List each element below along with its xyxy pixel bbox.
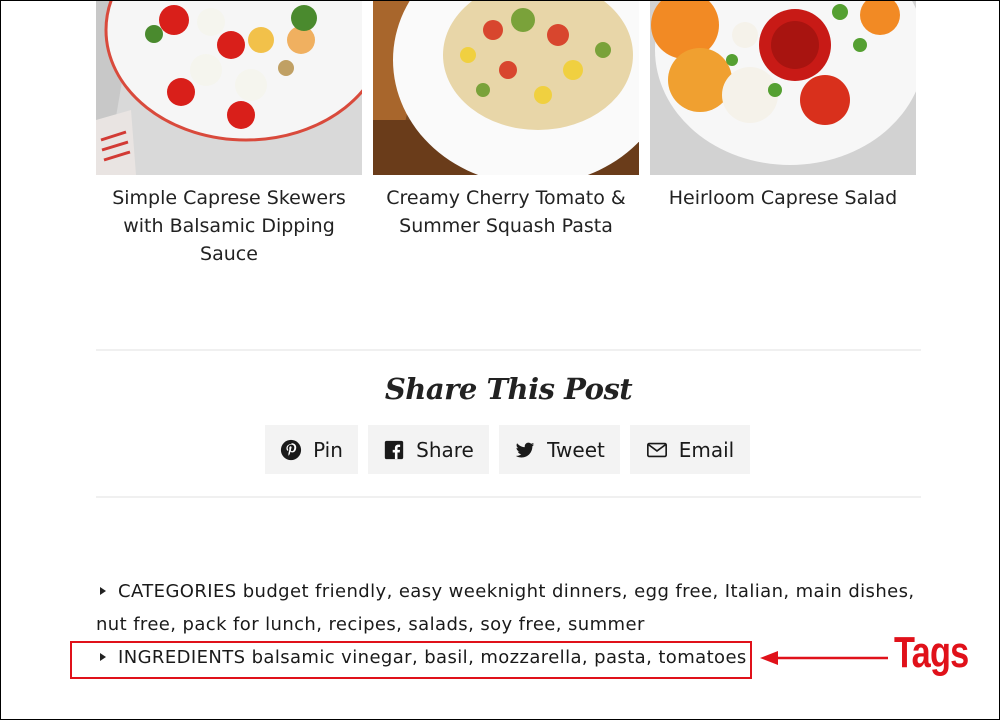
category-link[interactable]: main dishes (796, 581, 909, 602)
related-recipe-title[interactable]: Creamy Cherry Tomato & Summer Squash Pas… (373, 184, 639, 240)
email-label: Email (678, 437, 735, 462)
related-recipe-title[interactable]: Simple Caprese Skewers with Balsamic Dip… (96, 184, 362, 268)
twitter-icon (514, 439, 536, 461)
pin-label: Pin (313, 437, 343, 462)
ingredient-link[interactable]: pasta (594, 647, 646, 668)
tweet-button[interactable]: Tweet (499, 425, 620, 474)
categories-line: CATEGORIES budget friendly, easy weeknig… (96, 581, 915, 635)
category-link[interactable]: egg free (634, 581, 712, 602)
triangle-bullet-icon (100, 653, 106, 661)
category-link[interactable]: easy weeknight dinners (399, 581, 622, 602)
share-heading: Share This Post (384, 372, 633, 406)
divider (96, 349, 921, 351)
category-link[interactable]: recipes (329, 614, 397, 635)
category-link[interactable]: budget friendly (243, 581, 387, 602)
category-link[interactable]: salads (408, 614, 468, 635)
categories-label: CATEGORIES (118, 581, 237, 602)
pinterest-icon (280, 439, 302, 461)
category-link[interactable]: soy free (480, 614, 555, 635)
ingredient-link[interactable]: mozzarella (480, 647, 582, 668)
related-recipe-title[interactable]: Heirloom Caprese Salad (650, 184, 916, 212)
ingredient-link[interactable]: balsamic vinegar (252, 647, 412, 668)
triangle-bullet-icon (100, 587, 106, 595)
category-link[interactable]: nut free (96, 614, 170, 635)
category-link[interactable]: summer (568, 614, 645, 635)
related-recipe-card[interactable]: Creamy Cherry Tomato & Summer Squash Pas… (373, 0, 639, 240)
recipe-photo[interactable] (373, 0, 639, 175)
tags-annotation-label: Tags (894, 628, 969, 677)
category-link[interactable]: pack for lunch (183, 614, 317, 635)
related-recipe-card[interactable]: Heirloom Caprese Salad (650, 0, 916, 212)
annotation-arrow-icon (760, 651, 888, 665)
share-label: Share (416, 437, 474, 462)
related-recipe-card[interactable]: Simple Caprese Skewers with Balsamic Dip… (96, 0, 362, 268)
recipe-photo[interactable] (650, 0, 916, 175)
share-buttons: Pin Share Tweet Email (0, 425, 1000, 474)
ingredient-link[interactable]: tomatoes (658, 647, 746, 668)
divider (96, 496, 921, 498)
email-button[interactable]: Email (630, 425, 750, 474)
tweet-label: Tweet (547, 437, 605, 462)
facebook-share-button[interactable]: Share (368, 425, 489, 474)
ingredients-label: INGREDIENTS (118, 647, 246, 668)
pin-button[interactable]: Pin (265, 425, 358, 474)
category-link[interactable]: Italian (725, 581, 784, 602)
envelope-icon (646, 439, 668, 461)
ingredient-link[interactable]: basil (424, 647, 468, 668)
recipe-photo[interactable] (96, 0, 362, 175)
facebook-icon (383, 439, 405, 461)
